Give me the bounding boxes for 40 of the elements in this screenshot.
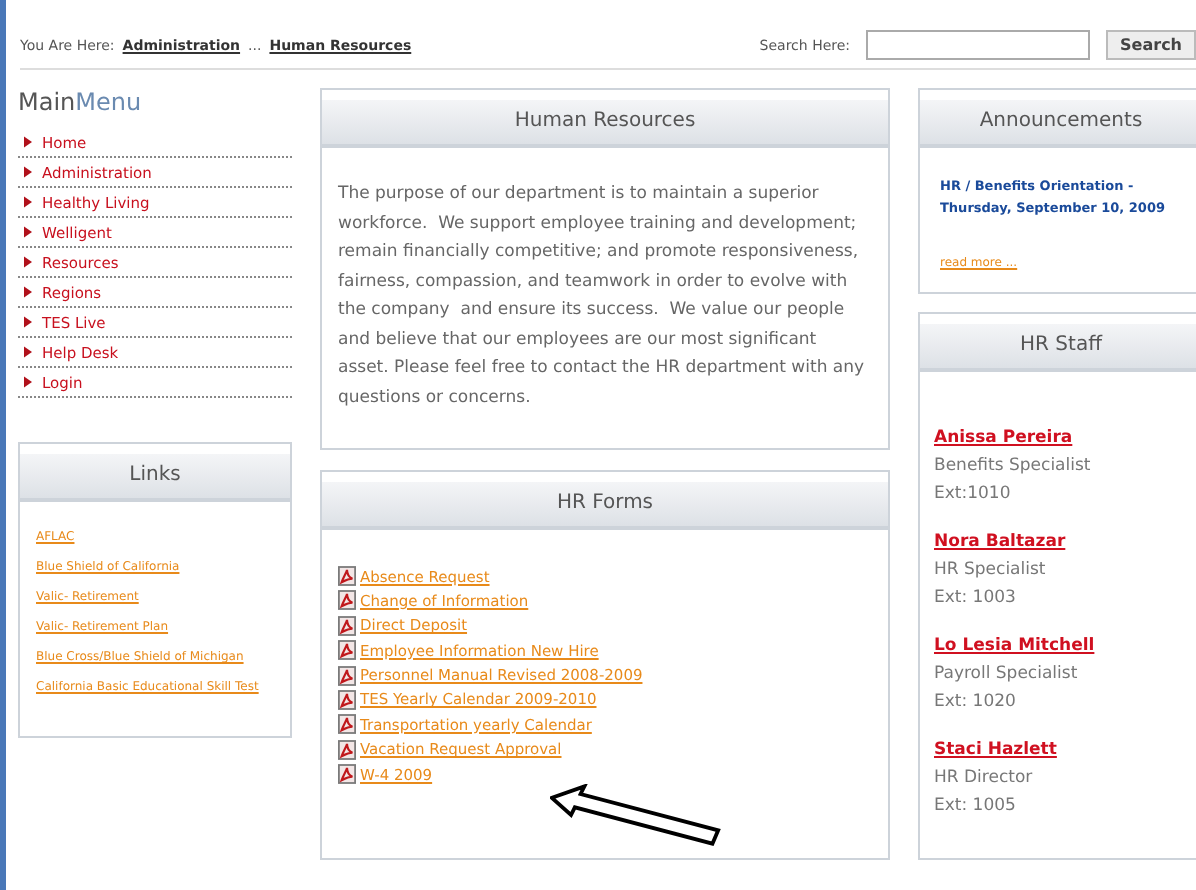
search-button[interactable]: Search	[1106, 30, 1196, 60]
staff-extension: Ext: 1005	[934, 796, 1016, 816]
staff-name[interactable]: Staci Hazlett	[934, 740, 1057, 760]
search-field[interactable]	[866, 30, 1091, 60]
bullet-arrow-icon	[24, 256, 32, 268]
staff-extension: Ext: 1003	[934, 588, 1016, 608]
staff-name[interactable]: Lo Lesia Mitchell	[934, 636, 1095, 656]
staff-name[interactable]: Anissa Pereira	[934, 428, 1073, 448]
bullet-arrow-icon	[24, 286, 32, 298]
bullet-arrow-icon	[24, 226, 32, 238]
bullet-arrow-icon	[24, 136, 32, 148]
pdf-icon	[338, 739, 356, 760]
description-text: The purpose of our department is to maintain a superior workforce. We support employee training and development; remain financially competitive; and promote responsiveness, fairness, compassion, and teamwork in order to evolve with the company and ensure its success. We value our people and believe that our employees are our most significant asset. Please feel free to contact the HR department with any questions or concerns.	[338, 182, 867, 411]
staff-role: Benefits Specialist	[934, 456, 1091, 476]
pdf-icon	[338, 689, 356, 710]
bullet-arrow-icon	[24, 316, 32, 328]
menu-title: Main	[18, 88, 76, 116]
pdf-icon	[338, 566, 356, 586]
staff-role: HR Specialist	[934, 560, 1046, 580]
panel-header: Announcements	[920, 100, 1196, 148]
panel-header: HR Forms	[322, 482, 888, 530]
pdf-icon	[338, 764, 356, 785]
panel-header: Human Resources	[322, 100, 888, 148]
bullet-arrow-icon	[24, 196, 32, 208]
staff-role: Payroll Specialist	[934, 664, 1078, 684]
bullet-arrow-icon	[24, 166, 32, 178]
pdf-icon	[338, 665, 356, 686]
staff-extension: Ext:1010	[934, 484, 1011, 504]
menu-title-accent: Menu	[75, 88, 142, 116]
staff-extension: Ext: 1020	[934, 692, 1016, 712]
bullet-arrow-icon	[24, 346, 32, 358]
pdf-icon	[338, 590, 356, 611]
pdf-icon	[338, 615, 356, 636]
staff-name[interactable]: Nora Baltazar	[934, 532, 1066, 552]
panel-header: HR Staff	[920, 324, 1196, 372]
bullet-arrow-icon	[24, 376, 32, 388]
staff-role: HR Director	[934, 768, 1033, 788]
pdf-icon	[338, 714, 356, 735]
panel-header: Links	[20, 454, 290, 502]
pdf-icon	[338, 640, 356, 661]
